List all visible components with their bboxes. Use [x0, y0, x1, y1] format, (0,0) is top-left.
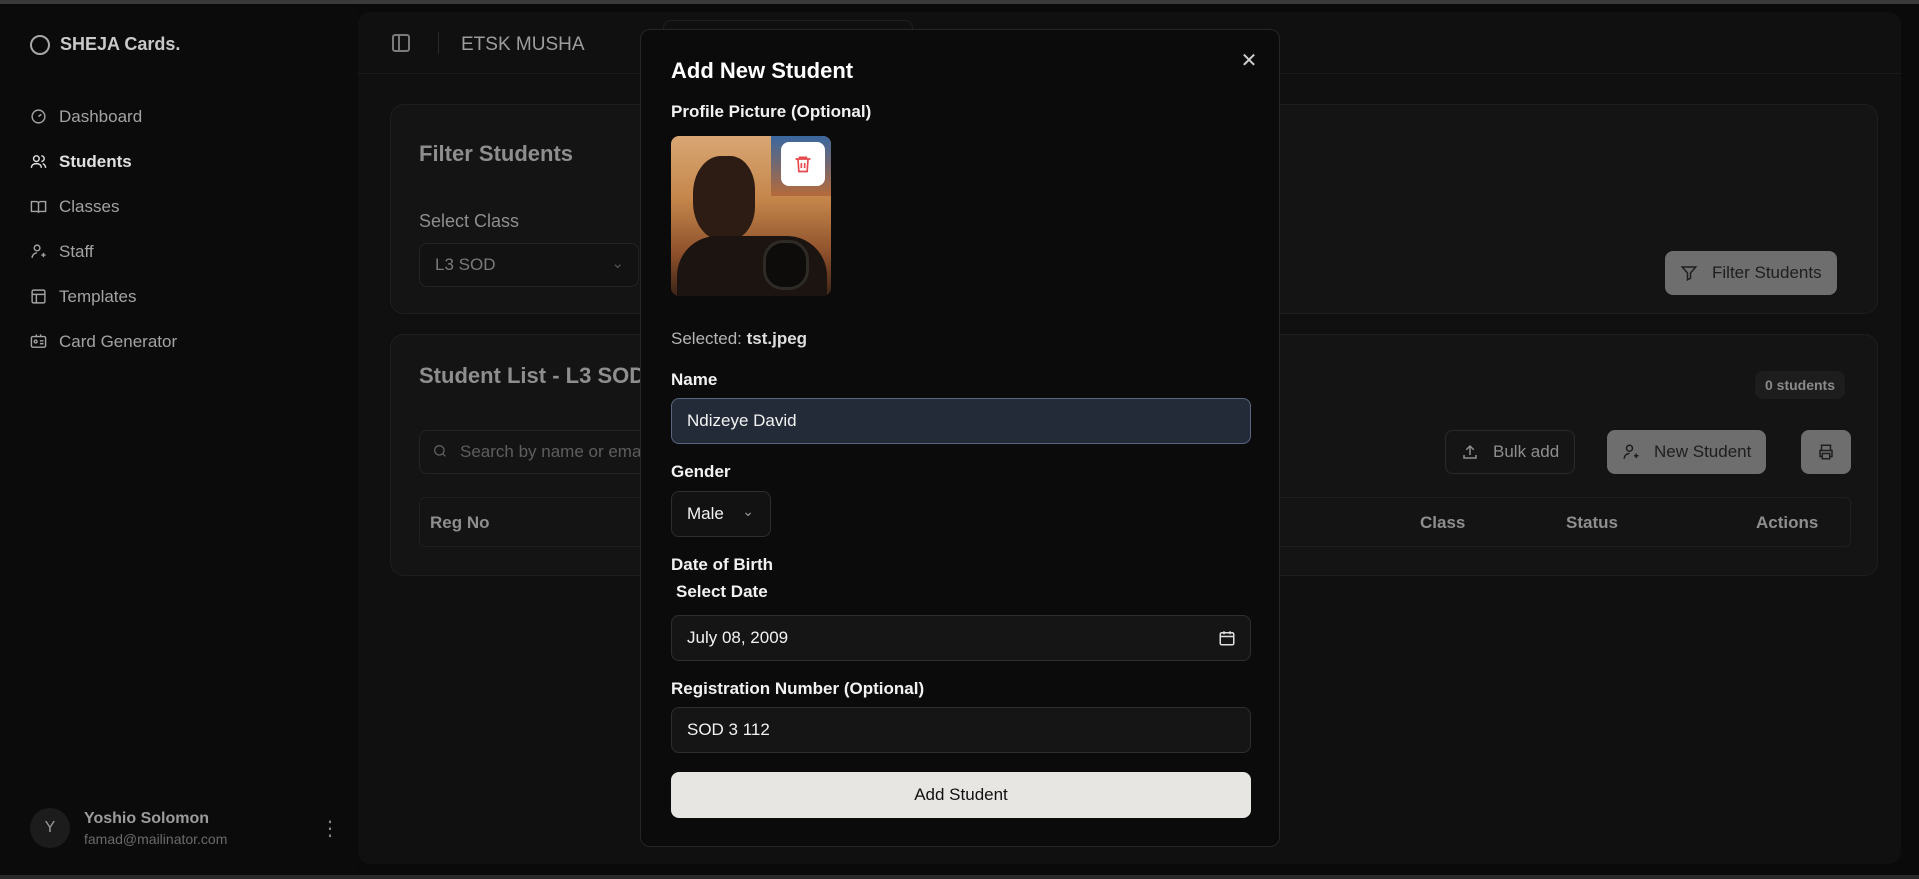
add-student-dialog: ✕ Add New Student Profile Picture (Optio…: [640, 29, 1280, 847]
sidebar-item-staff[interactable]: Staff: [30, 229, 177, 274]
column-header-actions: Actions: [1756, 513, 1819, 532]
name-input[interactable]: Ndizeye David: [671, 398, 1251, 444]
sidebar-nav: Dashboard Students Classes Staff Templat…: [30, 94, 177, 364]
brand[interactable]: SHEJA Cards.: [30, 34, 180, 55]
chevron-down-icon: ⌄: [611, 255, 624, 272]
users-icon: [30, 155, 47, 168]
more-vertical-icon[interactable]: ⋮: [320, 816, 340, 841]
user-email: famad@mailinator.com: [84, 830, 228, 847]
date-of-birth-picker[interactable]: July 08, 2009: [671, 615, 1251, 661]
user-plus-icon: [31, 244, 46, 258]
printer-icon: [1819, 444, 1833, 460]
print-button[interactable]: [1801, 430, 1851, 474]
new-student-label: New Student: [1654, 442, 1752, 461]
column-header-class: Class: [1420, 513, 1466, 532]
photo-backpack: [763, 240, 809, 290]
photo-subject-head: [693, 156, 755, 240]
sidebar-item-label: Students: [59, 151, 132, 171]
window-bottom-edge: [0, 875, 1919, 879]
filter-students-button[interactable]: Filter Students: [1665, 251, 1837, 295]
remove-picture-button[interactable]: [781, 142, 825, 186]
sidebar-item-students[interactable]: Students: [30, 139, 177, 184]
search-icon: [434, 445, 446, 457]
filter-students-label: Filter Students: [1712, 263, 1822, 282]
filter-icon: [1680, 266, 1698, 281]
name-label: Name: [671, 370, 718, 389]
school-title: ETSK MUSHA: [461, 34, 585, 55]
bulk-add-button[interactable]: Bulk add: [1445, 430, 1576, 474]
sidebar-item-label: Card Generator: [59, 331, 178, 351]
selected-prefix: Selected:: [671, 329, 742, 348]
search-input[interactable]: Search by name or ema: [419, 430, 649, 474]
reg-number-input[interactable]: SOD 3 112: [671, 707, 1251, 753]
brand-name: SHEJA Cards.: [60, 34, 181, 54]
sidebar-item-label: Staff: [59, 241, 94, 261]
profile-picture-preview: [671, 136, 831, 296]
dialog-title: Add New Student: [671, 58, 854, 83]
new-student-button[interactable]: New Student: [1607, 430, 1767, 474]
select-class-label: Select Class: [419, 211, 520, 231]
sidebar-item-label: Dashboard: [59, 106, 143, 126]
search-placeholder: Search by name or ema: [460, 442, 642, 461]
sidebar-item-label: Templates: [59, 286, 137, 306]
user-profile[interactable]: Y Yoshio Solomon famad@mailinator.com ⋮: [30, 802, 340, 854]
reg-number-label: Registration Number (Optional): [671, 679, 925, 698]
add-student-button[interactable]: Add Student: [671, 772, 1251, 818]
gender-select[interactable]: Male ⌄: [671, 491, 771, 537]
chevron-down-icon: ⌄: [742, 503, 754, 519]
brand-logo-icon: [30, 34, 50, 55]
sidebar-toggle-icon[interactable]: [392, 34, 410, 52]
close-icon[interactable]: ✕: [1239, 48, 1259, 73]
selected-file-text: Selected: tst.jpeg: [671, 329, 807, 349]
selected-file-name: tst.jpeg: [746, 329, 808, 348]
student-count-badge: 0 students: [1754, 371, 1845, 399]
avatar: Y: [30, 808, 70, 848]
user-plus-icon: [1623, 444, 1639, 459]
class-select-value: L3 SOD: [435, 255, 496, 274]
class-select[interactable]: L3 SOD ⌄: [419, 243, 639, 287]
template-icon: [31, 289, 46, 304]
sidebar-item-card-generator[interactable]: Card Generator: [30, 319, 177, 364]
student-list-title: Student List - L3 SOD: [419, 363, 646, 388]
bulk-add-label: Bulk add: [1493, 442, 1560, 461]
book-icon: [30, 200, 47, 214]
header-divider: [438, 32, 439, 54]
gender-label: Gender: [671, 462, 731, 481]
dob-label: Date of Birth: [671, 555, 773, 574]
sidebar-item-dashboard[interactable]: Dashboard: [30, 94, 177, 139]
date-of-birth-value: July 08, 2009: [687, 628, 789, 647]
sidebar: SHEJA Cards. Dashboard Students Classes …: [0, 4, 358, 875]
sidebar-item-label: Classes: [59, 196, 120, 216]
upload-icon: [1463, 444, 1477, 459]
user-info: Yoshio Solomon famad@mailinator.com: [84, 810, 306, 847]
trash-icon: [795, 156, 811, 173]
select-date-label: Select Date: [676, 582, 768, 601]
column-header-reg-no: Reg No: [430, 513, 490, 532]
sidebar-item-classes[interactable]: Classes: [30, 184, 177, 229]
id-card-icon: [30, 334, 47, 348]
column-header-status: Status: [1566, 513, 1618, 532]
profile-picture-label: Profile Picture (Optional): [671, 102, 872, 121]
user-name: Yoshio Solomon: [84, 809, 210, 827]
sidebar-item-templates[interactable]: Templates: [30, 274, 177, 319]
filter-card-title: Filter Students: [419, 141, 574, 166]
gender-select-value: Male: [687, 504, 724, 523]
calendar-icon: [1219, 631, 1235, 646]
dashboard-icon: [31, 109, 46, 124]
